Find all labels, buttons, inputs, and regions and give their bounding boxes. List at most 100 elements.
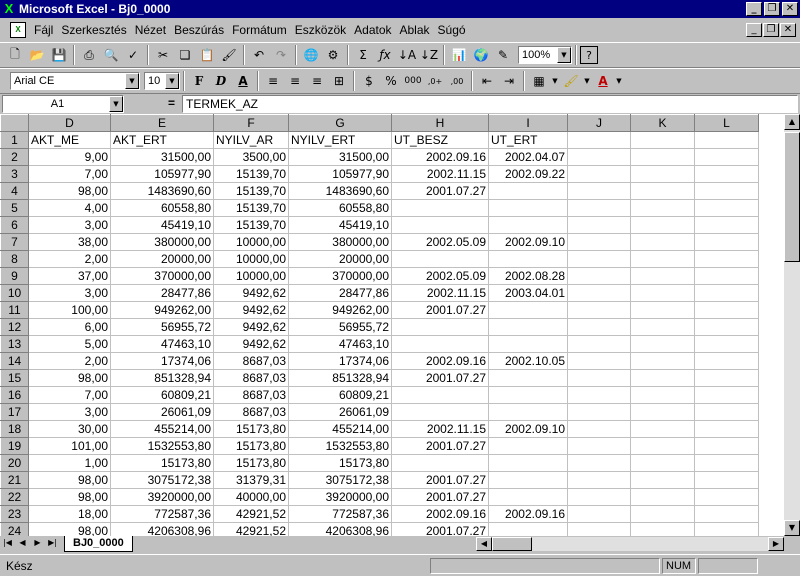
cell-j9[interactable]: [567, 267, 631, 285]
cell-k5[interactable]: [630, 199, 695, 217]
row-header[interactable]: 3: [0, 165, 29, 183]
cell-k16[interactable]: [630, 386, 695, 404]
equals-sign[interactable]: =: [168, 96, 175, 110]
cell-f22[interactable]: 40000,00: [213, 488, 289, 506]
chevron-down-icon[interactable]: ▼: [109, 96, 123, 112]
cell-i22[interactable]: [488, 488, 568, 506]
cell-l15[interactable]: [694, 369, 759, 387]
menu-insert[interactable]: Beszúrás: [170, 23, 228, 37]
cell-e13[interactable]: 47463,10: [110, 335, 214, 353]
scroll-down-icon[interactable]: ▼: [784, 520, 800, 536]
cell-i10[interactable]: 2003.04.01: [488, 284, 568, 302]
font-size-select[interactable]: 10 ▼: [144, 72, 180, 90]
cell-g17[interactable]: 26061,09: [288, 403, 392, 421]
cell-i19[interactable]: [488, 437, 568, 455]
cell-k12[interactable]: [630, 318, 695, 336]
row-header[interactable]: 8: [0, 250, 29, 268]
undo-icon[interactable]: ↶: [248, 44, 270, 66]
cell-l1[interactable]: [694, 131, 759, 149]
cell-k13[interactable]: [630, 335, 695, 353]
cell-l19[interactable]: [694, 437, 759, 455]
currency-icon[interactable]: $: [358, 70, 380, 92]
row-header[interactable]: 11: [0, 301, 29, 319]
cell-g3[interactable]: 105977,90: [288, 165, 392, 183]
cell-d6[interactable]: 3,00: [28, 216, 111, 234]
cell-d13[interactable]: 5,00: [28, 335, 111, 353]
cell-l3[interactable]: [694, 165, 759, 183]
cell-g5[interactable]: 60558,80: [288, 199, 392, 217]
cell-d3[interactable]: 7,00: [28, 165, 111, 183]
cell-i13[interactable]: [488, 335, 568, 353]
cell-h5[interactable]: [391, 199, 489, 217]
excel-app-icon[interactable]: X: [2, 2, 16, 16]
cell-g20[interactable]: 15173,80: [288, 454, 392, 472]
cell-g9[interactable]: 370000,00: [288, 267, 392, 285]
cell-h7[interactable]: 2002.05.09: [391, 233, 489, 251]
cell-g18[interactable]: 455214,00: [288, 420, 392, 438]
cell-l6[interactable]: [694, 216, 759, 234]
cell-d19[interactable]: 101,00: [28, 437, 111, 455]
cell-e18[interactable]: 455214,00: [110, 420, 214, 438]
cell-k9[interactable]: [630, 267, 695, 285]
cell-h20[interactable]: [391, 454, 489, 472]
cell-h21[interactable]: 2001.07.27: [391, 471, 489, 489]
cell-j11[interactable]: [567, 301, 631, 319]
row-header[interactable]: 21: [0, 471, 29, 489]
cell-i2[interactable]: 2002.04.07: [488, 148, 568, 166]
cut-icon[interactable]: ✂: [152, 44, 174, 66]
cell-l23[interactable]: [694, 505, 759, 523]
cell-d8[interactable]: 2,00: [28, 250, 111, 268]
cell-e17[interactable]: 26061,09: [110, 403, 214, 421]
cell-e16[interactable]: 60809,21: [110, 386, 214, 404]
cell-d23[interactable]: 18,00: [28, 505, 111, 523]
cell-e5[interactable]: 60558,80: [110, 199, 214, 217]
cell-i6[interactable]: [488, 216, 568, 234]
row-header[interactable]: 18: [0, 420, 29, 438]
save-icon[interactable]: 💾: [48, 44, 70, 66]
cell-k17[interactable]: [630, 403, 695, 421]
row-header[interactable]: 9: [0, 267, 29, 285]
cell-l7[interactable]: [694, 233, 759, 251]
menu-help[interactable]: Súgó: [434, 23, 470, 37]
cell-j6[interactable]: [567, 216, 631, 234]
first-sheet-icon[interactable]: |◀: [0, 537, 15, 551]
row-header[interactable]: 22: [0, 488, 29, 506]
horizontal-scrollbar[interactable]: ◀ ▶: [476, 537, 784, 551]
align-right-icon[interactable]: ≡: [306, 70, 328, 92]
column-header-h[interactable]: H: [391, 114, 489, 132]
cell-h19[interactable]: 2001.07.27: [391, 437, 489, 455]
cell-d11[interactable]: 100,00: [28, 301, 111, 319]
cell-k8[interactable]: [630, 250, 695, 268]
cell-g12[interactable]: 56955,72: [288, 318, 392, 336]
cell-l13[interactable]: [694, 335, 759, 353]
cell-g8[interactable]: 20000,00: [288, 250, 392, 268]
cell-f13[interactable]: 9492,62: [213, 335, 289, 353]
cell-l18[interactable]: [694, 420, 759, 438]
cell-j21[interactable]: [567, 471, 631, 489]
cell-i12[interactable]: [488, 318, 568, 336]
cell-f1[interactable]: NYILV_AR: [213, 131, 289, 149]
cell-h8[interactable]: [391, 250, 489, 268]
name-box[interactable]: A1 ▼: [2, 95, 124, 113]
cell-j4[interactable]: [567, 182, 631, 200]
cell-d9[interactable]: 37,00: [28, 267, 111, 285]
cell-e19[interactable]: 1532553,80: [110, 437, 214, 455]
format-painter-icon[interactable]: 🖌: [218, 44, 240, 66]
cell-d24[interactable]: 98,00: [28, 522, 111, 536]
open-icon[interactable]: 📂: [26, 44, 48, 66]
cell-l9[interactable]: [694, 267, 759, 285]
cell-k4[interactable]: [630, 182, 695, 200]
menu-window[interactable]: Ablak: [396, 23, 434, 37]
cell-h13[interactable]: [391, 335, 489, 353]
map-icon[interactable]: 🌍: [470, 44, 492, 66]
cell-j7[interactable]: [567, 233, 631, 251]
cell-l10[interactable]: [694, 284, 759, 302]
menu-tools[interactable]: Eszközök: [291, 23, 350, 37]
cell-g23[interactable]: 772587,36: [288, 505, 392, 523]
cell-j2[interactable]: [567, 148, 631, 166]
cell-h1[interactable]: UT_BESZ: [391, 131, 489, 149]
chevron-down-icon[interactable]: ▼: [557, 47, 571, 63]
menu-view[interactable]: Nézet: [131, 23, 170, 37]
copy-icon[interactable]: ❏: [174, 44, 196, 66]
redo-icon[interactable]: ↷: [270, 44, 292, 66]
